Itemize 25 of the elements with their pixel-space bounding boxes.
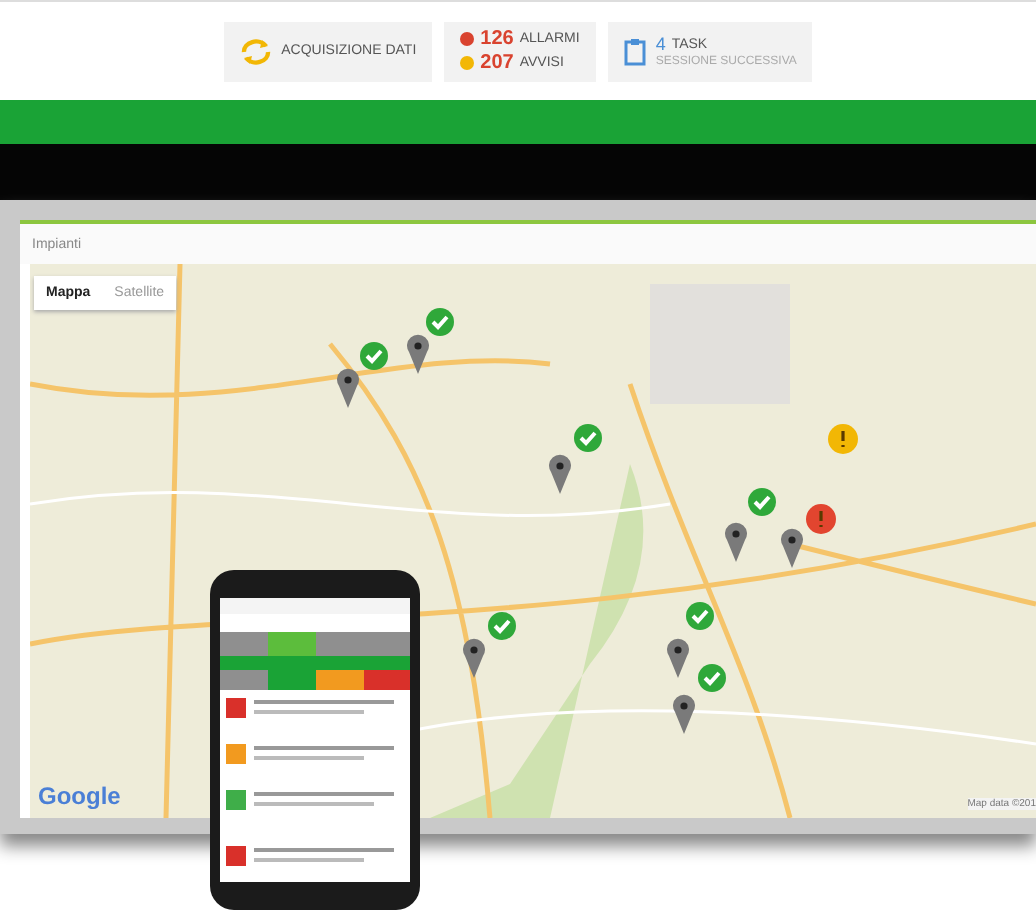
check-marker-icon[interactable] [574, 424, 602, 452]
map-pin-icon[interactable] [336, 368, 360, 408]
map-pin-icon[interactable] [666, 638, 690, 678]
warning-count: 207 [480, 52, 514, 74]
map-pin-icon[interactable] [406, 334, 430, 374]
map-pin-icon[interactable] [462, 638, 486, 678]
clipboard-icon [623, 37, 646, 65]
check-marker-icon[interactable] [488, 612, 516, 640]
alarm-marker-icon[interactable] [806, 504, 836, 534]
check-marker-icon[interactable] [698, 664, 726, 692]
map-pin-icon[interactable] [672, 694, 696, 734]
map-pin-icon[interactable] [724, 522, 748, 562]
check-marker-icon[interactable] [426, 308, 454, 336]
sync-icon [239, 37, 272, 65]
alarm-count: 126 [480, 28, 514, 50]
check-marker-icon[interactable] [360, 342, 388, 370]
alarm-icon [460, 32, 475, 46]
warning-icon [460, 56, 475, 70]
check-marker-icon[interactable] [686, 602, 714, 630]
map-pin-icon[interactable] [780, 528, 804, 568]
google-logo: Google [38, 782, 121, 810]
check-marker-icon[interactable] [748, 488, 776, 516]
warning-marker-icon[interactable] [828, 424, 858, 454]
map-pin-icon[interactable] [548, 454, 572, 494]
task-count: 4 [655, 34, 666, 54]
